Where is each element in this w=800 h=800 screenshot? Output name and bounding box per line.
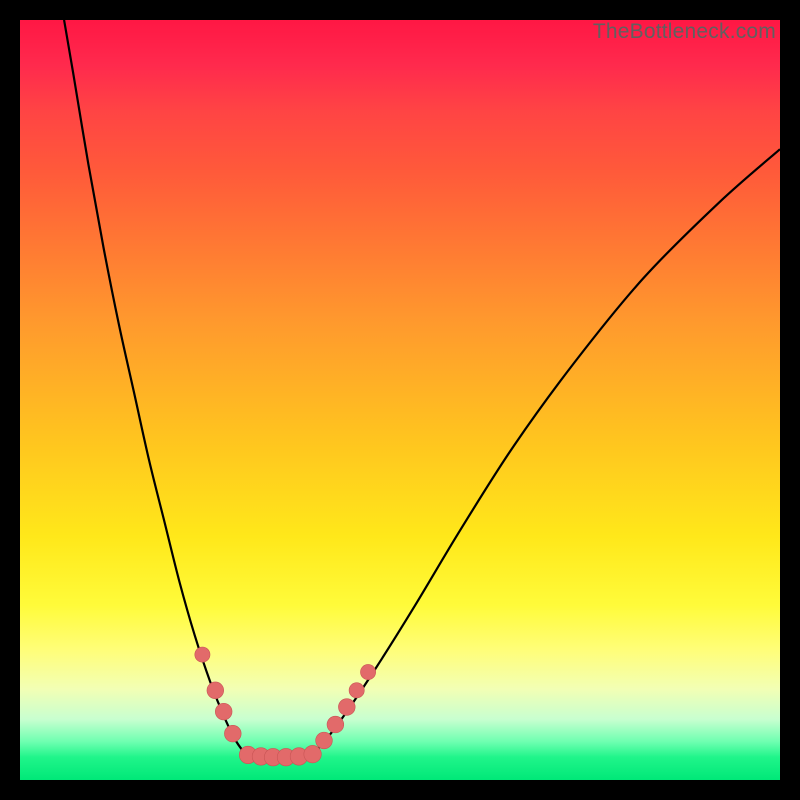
data-marker [360, 664, 375, 679]
bottleneck-curve-plot [20, 20, 780, 780]
data-marker [304, 745, 321, 762]
data-marker [215, 703, 232, 720]
chart-frame: TheBottleneck.com [20, 20, 780, 780]
data-marker [316, 732, 333, 749]
marker-group [195, 647, 376, 766]
data-marker [195, 647, 210, 662]
data-marker [338, 699, 355, 716]
data-marker [327, 716, 344, 733]
data-marker [349, 683, 364, 698]
data-marker [207, 682, 224, 699]
curve-right-branch [309, 149, 780, 757]
data-marker [224, 725, 241, 742]
curve-left-branch [64, 20, 248, 757]
